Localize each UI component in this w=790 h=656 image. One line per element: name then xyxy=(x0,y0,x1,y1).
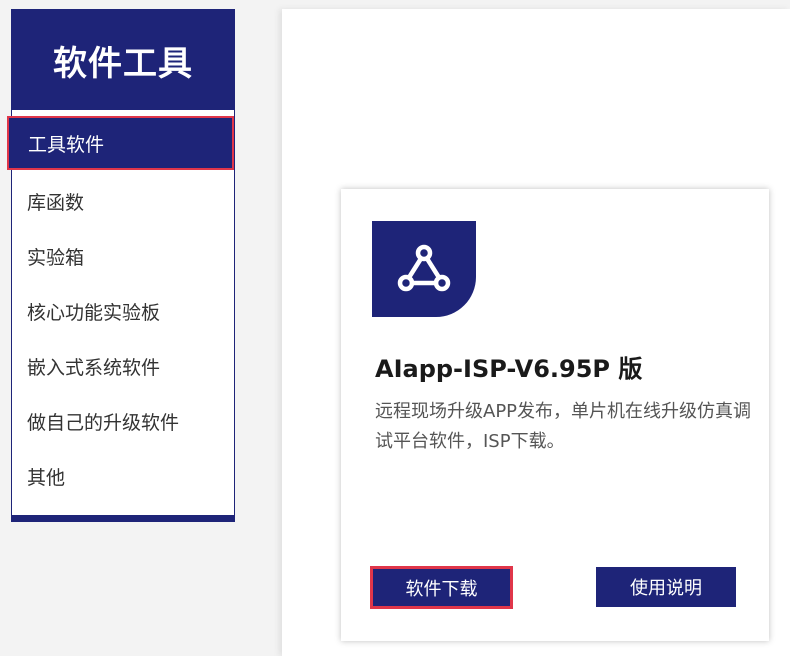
sidebar: 软件工具 工具软件 库函数 实验箱 核心功能实验板 嵌入式系统软件 做自己的升级… xyxy=(7,9,235,522)
sidebar-item-tool-software[interactable]: 工具软件 xyxy=(7,116,234,170)
sidebar-item-library[interactable]: 库函数 xyxy=(12,174,234,228)
sidebar-bottom-bar xyxy=(12,515,234,521)
manual-button[interactable]: 使用说明 xyxy=(596,567,736,607)
sidebar-item-embedded-software[interactable]: 嵌入式系统软件 xyxy=(12,339,234,393)
sidebar-item-core-board[interactable]: 核心功能实验板 xyxy=(12,284,234,338)
card-description: 远程现场升级APP发布，单片机在线升级仿真调试平台软件，ISP下载。 xyxy=(375,401,752,452)
software-card: AIapp-ISP-V6.95P 版 远程现场升级APP发布，单片机在线升级仿真… xyxy=(341,189,769,641)
sidebar-item-experiment-box[interactable]: 实验箱 xyxy=(12,229,234,283)
download-button[interactable]: 软件下载 xyxy=(370,566,513,609)
sidebar-title: 软件工具 xyxy=(12,10,234,110)
sidebar-item-own-upgrade[interactable]: 做自己的升级软件 xyxy=(12,394,234,448)
share-network-icon xyxy=(372,221,476,317)
card-title: AIapp-ISP-V6.95P 版 xyxy=(375,355,643,383)
sidebar-item-other[interactable]: 其他 xyxy=(12,449,234,503)
